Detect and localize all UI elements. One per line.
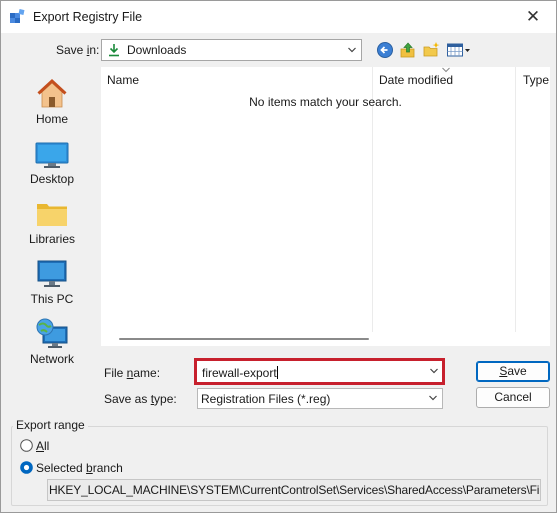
close-icon: ✕ bbox=[525, 7, 541, 26]
horizontal-scrollbar[interactable] bbox=[101, 332, 550, 346]
save-in-label: Save in: bbox=[56, 43, 100, 57]
branch-path-value: HKEY_LOCAL_MACHINE\SYSTEM\CurrentControl… bbox=[49, 483, 541, 497]
save-in-combo[interactable]: Downloads bbox=[101, 39, 362, 61]
file-name-value: firewall-export bbox=[202, 366, 278, 380]
this-pc-icon bbox=[37, 260, 67, 287]
empty-message: No items match your search. bbox=[249, 95, 402, 109]
network-icon bbox=[36, 318, 68, 348]
cancel-button[interactable]: Cancel bbox=[476, 387, 550, 408]
place-label: Home bbox=[35, 112, 68, 126]
radio-all-label[interactable]: All bbox=[36, 439, 49, 453]
view-menu-icon[interactable] bbox=[446, 41, 471, 59]
place-this-pc[interactable]: This PC bbox=[11, 251, 93, 307]
scrollbar-thumb[interactable] bbox=[119, 338, 369, 340]
column-header-name[interactable]: Name bbox=[107, 73, 139, 87]
place-label: Libraries bbox=[28, 232, 76, 246]
radio-selected-branch-label[interactable]: Selected branch bbox=[36, 461, 123, 475]
export-registry-dialog: Export Registry File ✕ Save in: Download… bbox=[0, 0, 557, 513]
save-as-type-combo[interactable]: Registration Files (*.reg) bbox=[197, 388, 443, 409]
column-header-type[interactable]: Type bbox=[523, 73, 549, 87]
place-home[interactable]: Home bbox=[11, 71, 93, 127]
registry-icon bbox=[10, 9, 25, 23]
radio-all[interactable] bbox=[20, 439, 33, 452]
window-title: Export Registry File bbox=[33, 10, 143, 24]
title-bar: Export Registry File ✕ bbox=[1, 1, 556, 33]
chevron-down-icon bbox=[429, 395, 437, 401]
new-folder-icon[interactable] bbox=[422, 41, 441, 59]
file-list[interactable]: Name Date modified Type No items match y… bbox=[101, 67, 550, 332]
up-folder-icon[interactable] bbox=[399, 41, 417, 59]
desktop-icon bbox=[35, 142, 69, 168]
export-range-title: Export range bbox=[13, 418, 88, 432]
back-icon[interactable] bbox=[376, 41, 394, 59]
place-desktop[interactable]: Desktop bbox=[11, 131, 93, 187]
download-arrow-icon bbox=[109, 44, 119, 57]
place-label: This PC bbox=[30, 292, 74, 306]
places-bar: Home Desktop Libraries This PC Network bbox=[11, 67, 93, 367]
file-name-label: File name: bbox=[104, 366, 161, 380]
home-icon bbox=[37, 78, 67, 108]
save-button[interactable]: Save bbox=[476, 361, 550, 382]
file-name-field[interactable]: firewall-export bbox=[194, 358, 445, 385]
save-in-value: Downloads bbox=[127, 43, 187, 57]
column-header-date-modified[interactable]: Date modified bbox=[379, 73, 453, 87]
place-libraries[interactable]: Libraries bbox=[11, 191, 93, 247]
radio-selected-branch[interactable] bbox=[20, 461, 33, 474]
branch-path-field[interactable]: HKEY_LOCAL_MACHINE\SYSTEM\CurrentControl… bbox=[47, 479, 541, 501]
place-network[interactable]: Network bbox=[11, 311, 93, 367]
chevron-down-icon bbox=[348, 47, 356, 53]
close-button[interactable]: ✕ bbox=[510, 1, 556, 33]
save-as-type-label: Save as type: bbox=[104, 392, 177, 406]
place-label: Network bbox=[29, 352, 74, 366]
text-caret bbox=[276, 366, 278, 379]
chevron-down-icon[interactable] bbox=[429, 364, 439, 378]
save-as-type-value: Registration Files (*.reg) bbox=[201, 392, 331, 406]
libraries-icon bbox=[37, 204, 67, 226]
place-label: Desktop bbox=[29, 172, 75, 186]
